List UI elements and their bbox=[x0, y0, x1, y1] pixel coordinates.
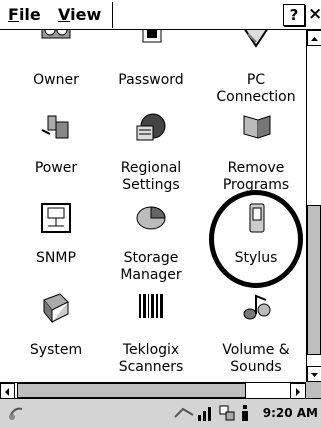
close-button[interactable]: × bbox=[308, 4, 321, 26]
horizontal-scrollbar[interactable] bbox=[0, 382, 306, 399]
arrow-right-icon bbox=[296, 388, 300, 396]
view-menu[interactable]: View bbox=[58, 5, 101, 24]
volume-sounds-icon bbox=[243, 294, 271, 320]
arrow-up-icon bbox=[311, 37, 318, 41]
vertical-scrollbar[interactable] bbox=[306, 30, 321, 382]
teklogix-scanners-icon bbox=[139, 294, 163, 318]
owner-icon bbox=[41, 30, 71, 39]
signal-strength-icon[interactable] bbox=[196, 403, 216, 423]
password-icon bbox=[142, 30, 162, 43]
system-icon bbox=[43, 293, 69, 324]
vertical-scroll-thumb[interactable] bbox=[307, 205, 321, 355]
horizontal-scroll-thumb[interactable] bbox=[17, 383, 246, 398]
network-icon[interactable] bbox=[173, 405, 195, 421]
storage-manager-icon bbox=[136, 206, 166, 230]
arrow-left-icon bbox=[5, 388, 9, 396]
connection-icon[interactable] bbox=[218, 404, 236, 422]
pc-connection-icon bbox=[244, 30, 268, 48]
control-panel-icon-grid: Owner Password PC Connection Power Regio… bbox=[0, 30, 306, 382]
snmp-icon bbox=[41, 203, 71, 233]
scroll-up-button[interactable] bbox=[307, 30, 321, 46]
file-menu[interactable]: File bbox=[8, 5, 41, 24]
battery-icon[interactable] bbox=[240, 403, 250, 423]
scroll-corner bbox=[306, 382, 321, 398]
clock[interactable]: 9:20 AM bbox=[263, 406, 318, 420]
scroll-left-button[interactable] bbox=[0, 383, 15, 399]
scroll-right-button[interactable] bbox=[290, 383, 306, 399]
menu-separator bbox=[112, 2, 113, 28]
taskbar: 9:20 AM bbox=[0, 398, 321, 428]
regional-settings-icon bbox=[136, 113, 166, 141]
remove-programs-icon bbox=[243, 115, 271, 139]
arrow-down-icon bbox=[311, 373, 318, 377]
menu-bar: File View ? × bbox=[0, 0, 321, 30]
scroll-down-button[interactable] bbox=[307, 366, 321, 382]
start-icon[interactable] bbox=[6, 403, 26, 423]
power-icon bbox=[41, 115, 69, 139]
stylus-icon bbox=[249, 203, 265, 233]
help-button[interactable]: ? bbox=[283, 4, 305, 26]
